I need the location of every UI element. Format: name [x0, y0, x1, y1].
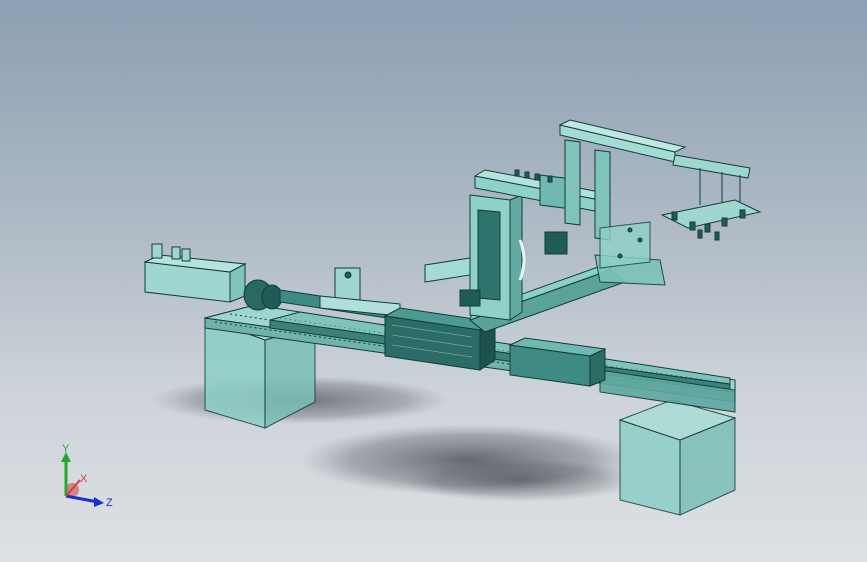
- z-axis-arrow: [65, 494, 99, 504]
- right-support-block[interactable]: [618, 399, 737, 516]
- coordinate-triad: Y X Z: [61, 443, 113, 509]
- x-axis-label: X: [80, 473, 88, 485]
- z-axis-label: Z: [106, 497, 113, 509]
- gripper-plate[interactable]: [660, 199, 762, 241]
- sensor-bracket[interactable]: [319, 267, 401, 317]
- secondary-carriage[interactable]: [508, 337, 607, 387]
- z-axis-head-icon: [94, 497, 104, 507]
- vertical-column[interactable]: [459, 194, 526, 321]
- assembly-model[interactable]: [0, 0, 867, 562]
- y-axis-label: Y: [62, 443, 70, 455]
- cad-viewport[interactable]: Y X Z: [0, 0, 867, 562]
